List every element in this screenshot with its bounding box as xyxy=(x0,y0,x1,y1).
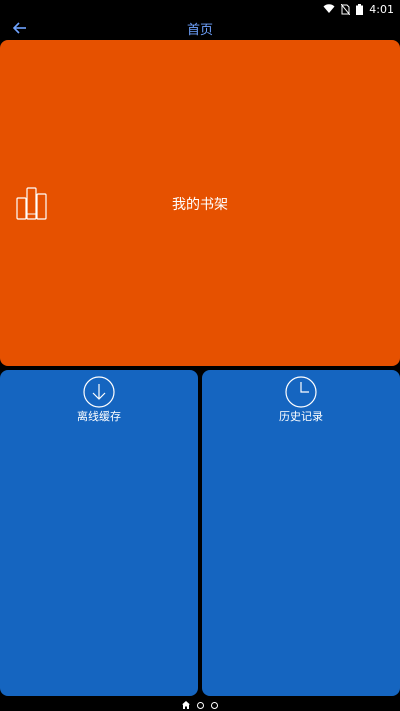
history-tile[interactable]: 历史记录 xyxy=(202,370,400,696)
bookshelf-label: 我的书架 xyxy=(172,197,228,213)
status-icons xyxy=(323,3,364,15)
bookshelf-tile[interactable]: 我的书架 xyxy=(0,40,400,366)
app-bar: 首页 xyxy=(0,18,400,38)
arrow-left-icon xyxy=(13,22,26,34)
home-icon[interactable] xyxy=(182,701,190,709)
page-indicator xyxy=(0,699,400,711)
history-icon-wrap xyxy=(202,376,400,408)
page-dot[interactable] xyxy=(197,701,204,709)
no-sim-icon xyxy=(341,3,351,15)
clock-icon xyxy=(285,376,317,408)
clock-time: 4:01 xyxy=(369,2,394,16)
back-button[interactable] xyxy=(10,18,30,38)
battery-icon xyxy=(356,3,364,15)
offline-cache-label: 离线缓存 xyxy=(77,410,121,423)
offline-cache-tile[interactable]: 离线缓存 xyxy=(0,370,198,696)
status-bar: 4:01 xyxy=(0,0,400,18)
wifi-icon xyxy=(323,4,335,13)
page-dot[interactable] xyxy=(211,701,218,709)
history-label: 历史记录 xyxy=(279,410,323,423)
download-icon xyxy=(83,376,115,408)
page-title: 首页 xyxy=(186,22,213,38)
offline-icon-wrap xyxy=(0,376,198,408)
